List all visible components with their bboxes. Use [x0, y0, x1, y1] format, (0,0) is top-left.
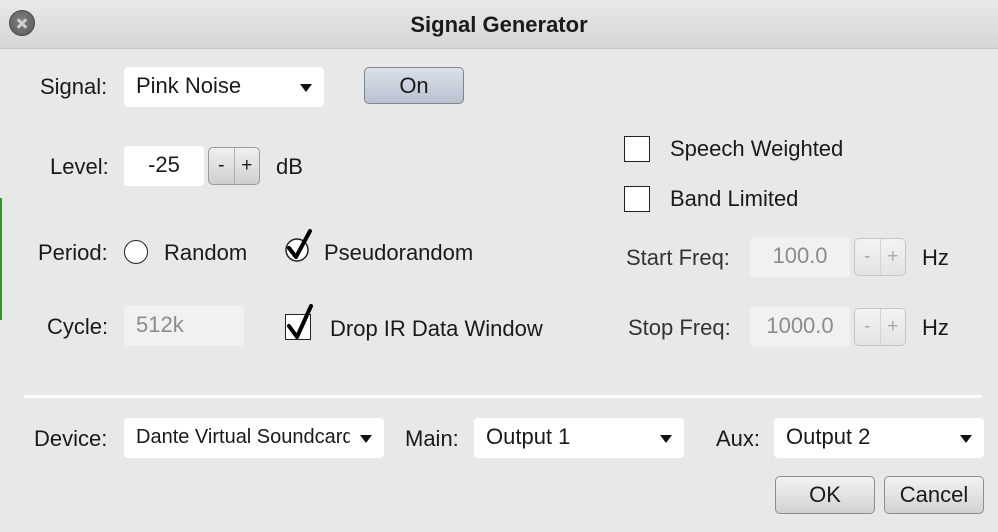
main-dropdown[interactable]: Output 1 — [474, 418, 684, 458]
start-freq-input[interactable]: 100.0 — [750, 237, 850, 277]
increment-button[interactable]: + — [235, 148, 260, 184]
title-bar: Signal Generator — [0, 0, 998, 49]
stop-freq-label: Stop Freq: — [628, 315, 731, 340]
aux-label: Aux: — [716, 426, 761, 451]
decrement-button[interactable]: - — [855, 239, 881, 275]
chevron-down-icon — [360, 435, 372, 443]
signal-dropdown-value: Pink Noise — [136, 73, 242, 98]
check-icon — [287, 304, 313, 339]
increment-button[interactable]: + — [881, 309, 906, 345]
signal-label: Signal: — [40, 74, 108, 99]
drop-ir-label: Drop IR Data Window — [330, 316, 543, 341]
cancel-button[interactable]: Cancel — [884, 476, 984, 514]
drop-ir-checkbox[interactable] — [283, 303, 317, 343]
device-dropdown-value: Dante Virtual Soundcard — [136, 426, 350, 448]
pseudorandom-radio[interactable] — [284, 228, 314, 262]
main-dropdown-value: Output 1 — [486, 424, 571, 449]
chevron-down-icon — [660, 435, 672, 443]
chevron-down-icon — [300, 84, 312, 92]
increment-button[interactable]: + — [881, 239, 906, 275]
on-button[interactable]: On — [364, 67, 464, 104]
decrement-button[interactable]: - — [209, 148, 235, 184]
speech-weighted-label: Speech Weighted — [670, 136, 844, 161]
band-limited-label: Band Limited — [670, 186, 799, 211]
chevron-down-icon — [960, 435, 972, 443]
device-label: Device: — [34, 426, 108, 451]
cycle-label: Cycle: — [47, 314, 109, 339]
start-freq-unit: Hz — [922, 245, 949, 270]
stop-freq-stepper[interactable]: - + — [854, 308, 906, 346]
level-unit: dB — [276, 154, 303, 179]
window-title: Signal Generator — [410, 12, 588, 37]
main-label: Main: — [405, 426, 459, 451]
aux-dropdown[interactable]: Output 2 — [774, 418, 984, 458]
check-icon — [285, 229, 312, 262]
level-label: Level: — [50, 154, 109, 179]
band-limited-checkbox[interactable] — [624, 186, 650, 212]
random-label: Random — [164, 240, 248, 265]
level-input[interactable]: -25 — [124, 146, 204, 186]
aux-dropdown-value: Output 2 — [786, 424, 871, 449]
stop-freq-unit: Hz — [922, 315, 949, 340]
period-label: Period: — [38, 240, 108, 265]
signal-dropdown[interactable]: Pink Noise — [124, 67, 324, 107]
level-stepper[interactable]: - + — [208, 147, 260, 185]
speech-weighted-checkbox[interactable] — [624, 136, 650, 162]
start-freq-stepper[interactable]: - + — [854, 238, 906, 276]
device-dropdown[interactable]: Dante Virtual Soundcard — [124, 418, 384, 458]
ok-button[interactable]: OK — [775, 476, 875, 514]
window-edge-accent — [0, 198, 2, 320]
random-radio[interactable] — [124, 240, 148, 264]
cycle-input[interactable]: 512k — [124, 306, 244, 346]
separator — [24, 395, 982, 398]
stop-freq-input[interactable]: 1000.0 — [750, 307, 850, 347]
start-freq-label: Start Freq: — [626, 245, 730, 270]
decrement-button[interactable]: - — [855, 309, 881, 345]
pseudorandom-label: Pseudorandom — [324, 240, 474, 265]
